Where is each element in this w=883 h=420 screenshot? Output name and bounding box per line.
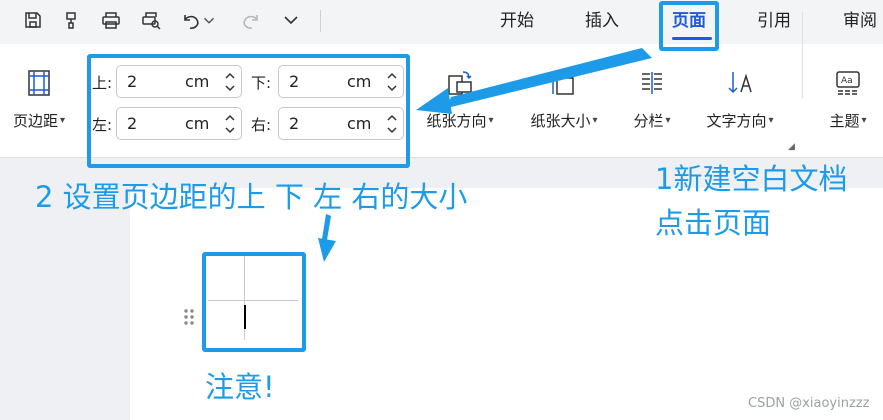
chevron-down-icon: ▾ (59, 115, 66, 126)
svg-text:Aa: Aa (841, 76, 853, 86)
highlight-page-tab (659, 1, 719, 51)
redo-icon[interactable] (238, 7, 264, 33)
annotation-step2: 2 设置页边距的上 下 左 右的大小 (35, 180, 468, 214)
chevron-down-icon: ▾ (768, 115, 774, 126)
text-direction-button[interactable]: 文字方向 ▾ (692, 66, 788, 131)
chevron-down-icon: ▾ (665, 115, 671, 126)
orientation-button-label: 纸张方向 (426, 112, 487, 130)
columns-button-label: 分栏 (633, 112, 664, 130)
ribbon-divider (802, 12, 803, 98)
columns-button[interactable]: 分栏 ▾ (620, 66, 684, 131)
save-icon[interactable] (20, 7, 46, 33)
paper-size-button[interactable]: 纸张大小 ▾ (518, 66, 610, 131)
tab-references[interactable]: 引用 (757, 8, 791, 34)
watermark: CSDN @xiaoyinzzz (748, 396, 870, 411)
format-painter-icon[interactable] (58, 7, 84, 33)
theme-button-label: 主题 (829, 112, 860, 130)
theme-button[interactable]: Aa 主题 ▾ (816, 66, 880, 131)
annotation-note: 注意! (205, 370, 275, 404)
orientation-button[interactable]: 纸张方向 ▾ (414, 66, 506, 131)
drag-handle-icon[interactable] (183, 308, 195, 326)
chevron-down-icon: ▾ (592, 115, 598, 126)
paper-size-icon (547, 66, 581, 100)
text-direction-button-label: 文字方向 (706, 112, 767, 130)
print-preview-icon[interactable] (138, 7, 164, 33)
customize-dropdown-icon[interactable] (278, 7, 304, 33)
title-toolbar: 开始 插入 页面 引用 审阅 (0, 0, 883, 44)
annotation-step1-line1: 1新建空白文档 (655, 162, 848, 196)
undo-dropdown-icon[interactable] (200, 7, 218, 33)
dialog-launcher-icon[interactable]: ◢ (788, 142, 795, 152)
tab-home[interactable]: 开始 (500, 8, 534, 34)
tab-review[interactable]: 审阅 (843, 8, 877, 34)
toolbar-divider (320, 10, 321, 32)
highlight-margin-fields (87, 54, 410, 168)
annotation-step1-line2: 点击页面 (655, 206, 772, 240)
tab-insert[interactable]: 插入 (585, 8, 619, 34)
columns-icon (635, 66, 669, 100)
margins-button-label: 页边距 (12, 112, 58, 130)
highlight-margin-corner (202, 252, 306, 352)
margins-button[interactable]: 页边距 ▾ (4, 66, 74, 131)
chevron-down-icon: ▾ (488, 115, 494, 126)
print-icon[interactable] (98, 7, 124, 33)
page-orientation-icon (443, 66, 477, 100)
text-direction-icon (723, 66, 757, 100)
chevron-down-icon: ▾ (861, 115, 867, 126)
margins-icon (22, 66, 56, 100)
paper-size-button-label: 纸张大小 (530, 112, 591, 130)
theme-icon: Aa (831, 66, 865, 100)
